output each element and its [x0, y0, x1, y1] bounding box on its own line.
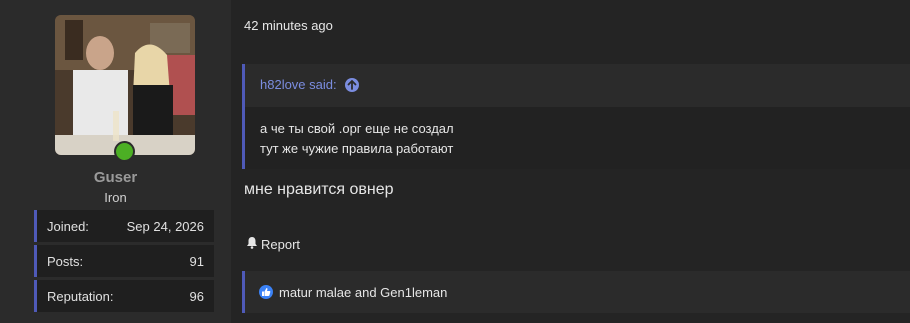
stat-label: Reputation:	[47, 288, 114, 304]
online-status-indicator	[114, 141, 135, 162]
bell-icon	[246, 236, 258, 252]
stat-reputation: Reputation: 96	[34, 280, 214, 312]
user-sidebar: Guser Iron Joined: Sep 24, 2026 Posts: 9…	[0, 0, 231, 323]
stat-value: Sep 24, 2026	[126, 218, 204, 234]
reactions-bar[interactable]: matur malae and Gen1leman	[242, 271, 910, 313]
avatar[interactable]	[55, 15, 195, 155]
reactions-text[interactable]: matur malae and Gen1leman	[279, 285, 447, 300]
quote-author[interactable]: h82love said:	[260, 77, 337, 92]
post-message: мне нравится овнер	[244, 181, 394, 198]
post-timestamp[interactable]: 42 minutes ago	[244, 18, 333, 33]
quote-content: а че ты свой .орг еще не создал тут же ч…	[245, 107, 910, 169]
report-button[interactable]: Report	[246, 236, 300, 252]
username[interactable]: Guser	[0, 169, 231, 186]
stat-value: 91	[189, 253, 204, 269]
like-icon	[259, 285, 273, 299]
stat-label: Joined:	[47, 218, 89, 234]
report-label: Report	[261, 236, 301, 252]
quote-line: а че ты свой .орг еще не создал	[260, 121, 454, 136]
avatar-container	[55, 15, 195, 162]
quote-block: h82love said: а че ты свой .орг еще не с…	[242, 64, 910, 169]
user-rank: Iron	[104, 190, 127, 205]
stat-value: 96	[189, 288, 204, 304]
stat-posts: Posts: 91	[34, 245, 214, 277]
arrow-up-icon[interactable]	[344, 77, 359, 92]
avatar-image	[55, 15, 195, 155]
stat-joined: Joined: Sep 24, 2026	[34, 210, 214, 242]
stat-label: Posts:	[47, 253, 84, 269]
quote-header[interactable]: h82love said:	[260, 77, 359, 92]
quote-line: тут же чужие правила работают	[260, 141, 454, 156]
